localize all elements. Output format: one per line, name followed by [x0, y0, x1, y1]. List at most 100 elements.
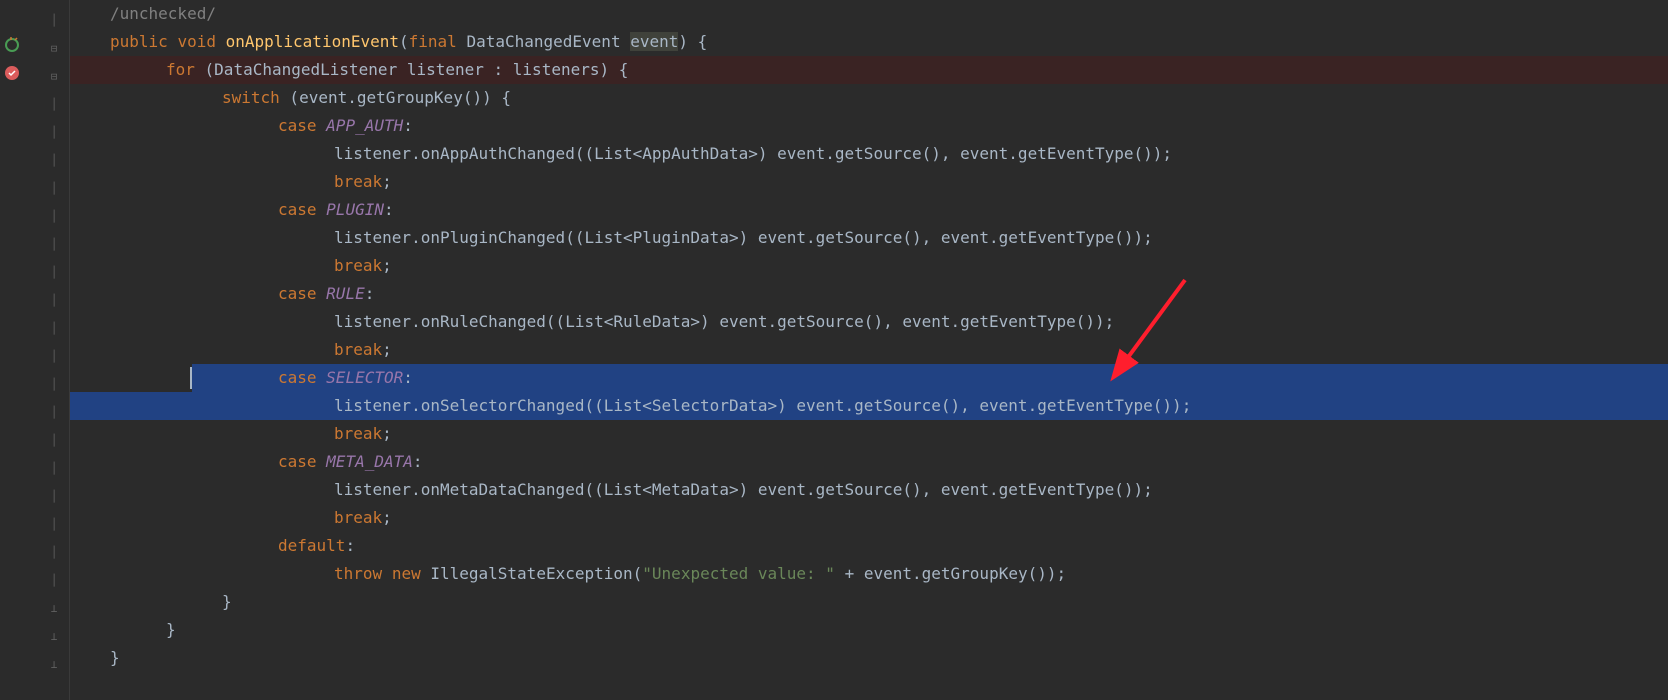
keyword-token: default	[278, 536, 345, 555]
code-line[interactable]: case META_DATA:	[70, 448, 1668, 476]
text-token: listener.onPluginChanged((List<PluginDat…	[334, 228, 1153, 247]
comment-token: /unchecked/	[110, 4, 216, 23]
code-line[interactable]: break;	[70, 420, 1668, 448]
code-line[interactable]: throw new IllegalStateException("Unexpec…	[70, 560, 1668, 588]
code-line[interactable]: }	[70, 616, 1668, 644]
code-line[interactable]: listener.onRuleChanged((List<RuleData>) …	[70, 308, 1668, 336]
text-token: }	[222, 592, 232, 611]
text-token: :	[403, 368, 413, 387]
code-line[interactable]: for (DataChangedListener listener : list…	[70, 56, 1668, 84]
code-line[interactable]: default:	[70, 532, 1668, 560]
keyword-token: void	[177, 32, 216, 51]
code-line[interactable]: }	[70, 588, 1668, 616]
text-token: listener.onMetaDataChanged((List<MetaDat…	[334, 480, 1153, 499]
fold-marker[interactable]: │	[47, 343, 61, 371]
code-line[interactable]: listener.onSelectorChanged((List<Selecto…	[70, 392, 1668, 420]
text-token: }	[166, 620, 176, 639]
text-token: (DataChangedListener listener : listener…	[195, 60, 628, 79]
code-line[interactable]: case SELECTOR:	[70, 364, 1668, 392]
code-line[interactable]: listener.onPluginChanged((List<PluginDat…	[70, 224, 1668, 252]
fold-marker[interactable]: │	[47, 91, 61, 119]
fold-marker[interactable]: │	[47, 259, 61, 287]
code-line[interactable]: public void onApplicationEvent(final Dat…	[70, 28, 1668, 56]
fold-marker[interactable]: │	[47, 567, 61, 595]
text-token: + event.getGroupKey());	[835, 564, 1066, 583]
keyword-token: case	[278, 452, 317, 471]
text-token	[216, 32, 226, 51]
param-highlight: event	[630, 32, 678, 51]
text-token: listener.onRuleChanged((List<RuleData>) …	[334, 312, 1114, 331]
code-line[interactable]: case RULE:	[70, 280, 1668, 308]
fold-marker[interactable]: │	[47, 287, 61, 315]
fold-marker[interactable]: ⊟	[47, 35, 61, 63]
code-line[interactable]: case PLUGIN:	[70, 196, 1668, 224]
constant-token: RULE	[326, 284, 365, 303]
text-token: ) {	[678, 32, 707, 51]
text-token: ;	[382, 340, 392, 359]
code-line[interactable]: break;	[70, 168, 1668, 196]
breakpoint-icon[interactable]	[4, 62, 20, 78]
code-area[interactable]: /unchecked/public void onApplicationEven…	[70, 0, 1668, 700]
fold-marker[interactable]: │	[47, 175, 61, 203]
fold-marker[interactable]: │	[47, 203, 61, 231]
keyword-token: break	[334, 256, 382, 275]
keyword-token: final	[409, 32, 457, 51]
keyword-token: case	[278, 368, 317, 387]
keyword-token: public	[110, 32, 168, 51]
code-line[interactable]: /unchecked/	[70, 0, 1668, 28]
fold-marker[interactable]: │	[47, 147, 61, 175]
code-content: break;	[70, 340, 392, 359]
text-token: ;	[382, 256, 392, 275]
text-token: ;	[382, 424, 392, 443]
code-line[interactable]: listener.onAppAuthChanged((List<AppAuthD…	[70, 140, 1668, 168]
fold-marker[interactable]: │	[47, 231, 61, 259]
code-line[interactable]: listener.onMetaDataChanged((List<MetaDat…	[70, 476, 1668, 504]
code-line[interactable]: break;	[70, 252, 1668, 280]
text-token: :	[413, 452, 423, 471]
fold-marker[interactable]: │	[47, 315, 61, 343]
run-marker[interactable]	[4, 34, 20, 50]
fold-marker[interactable]: ⊥	[47, 623, 61, 651]
keyword-token: break	[334, 340, 382, 359]
code-content: case APP_AUTH:	[70, 116, 413, 135]
code-content: listener.onRuleChanged((List<RuleData>) …	[70, 312, 1114, 331]
fold-marker[interactable]: │	[47, 455, 61, 483]
fold-marker[interactable]: │	[47, 7, 61, 35]
text-token: (	[399, 32, 409, 51]
code-line[interactable]: case APP_AUTH:	[70, 112, 1668, 140]
keyword-token: case	[278, 284, 317, 303]
code-line[interactable]: switch (event.getGroupKey()) {	[70, 84, 1668, 112]
keyword-token: switch	[222, 88, 280, 107]
code-content: break;	[70, 256, 392, 275]
text-token	[168, 32, 178, 51]
code-content: case RULE:	[70, 284, 374, 303]
code-editor[interactable]: │⊟⊟││││││││││││││││││⊥⊥⊥ /unchecked/publ…	[0, 0, 1668, 700]
code-line[interactable]: break;	[70, 336, 1668, 364]
fold-marker[interactable]: ⊥	[47, 595, 61, 623]
fold-marker[interactable]: ⊟	[47, 63, 61, 91]
fold-marker[interactable]: │	[47, 511, 61, 539]
fold-marker[interactable]: │	[47, 427, 61, 455]
code-content: }	[70, 592, 232, 611]
constant-token: META_DATA	[326, 452, 413, 471]
code-content: throw new IllegalStateException("Unexpec…	[70, 564, 1066, 583]
text-token: }	[110, 648, 120, 667]
fold-marker[interactable]: │	[47, 539, 61, 567]
code-line[interactable]: break;	[70, 504, 1668, 532]
keyword-token: throw	[334, 564, 382, 583]
fold-marker[interactable]: │	[47, 371, 61, 399]
code-content: }	[70, 620, 176, 639]
fold-marker[interactable]: ⊥	[47, 651, 61, 679]
constant-token: APP_AUTH	[326, 116, 403, 135]
code-content: case META_DATA:	[70, 452, 423, 471]
fold-marker[interactable]: │	[47, 119, 61, 147]
fold-marker[interactable]: │	[47, 399, 61, 427]
gutter: │⊟⊟││││││││││││││││││⊥⊥⊥	[0, 0, 70, 700]
code-line[interactable]: }	[70, 644, 1668, 672]
text-token: IllegalStateException(	[421, 564, 643, 583]
method-token: onApplicationEvent	[226, 32, 399, 51]
fold-marker[interactable]: │	[47, 483, 61, 511]
text-token	[317, 284, 327, 303]
code-content: break;	[70, 424, 392, 443]
keyword-token: break	[334, 508, 382, 527]
